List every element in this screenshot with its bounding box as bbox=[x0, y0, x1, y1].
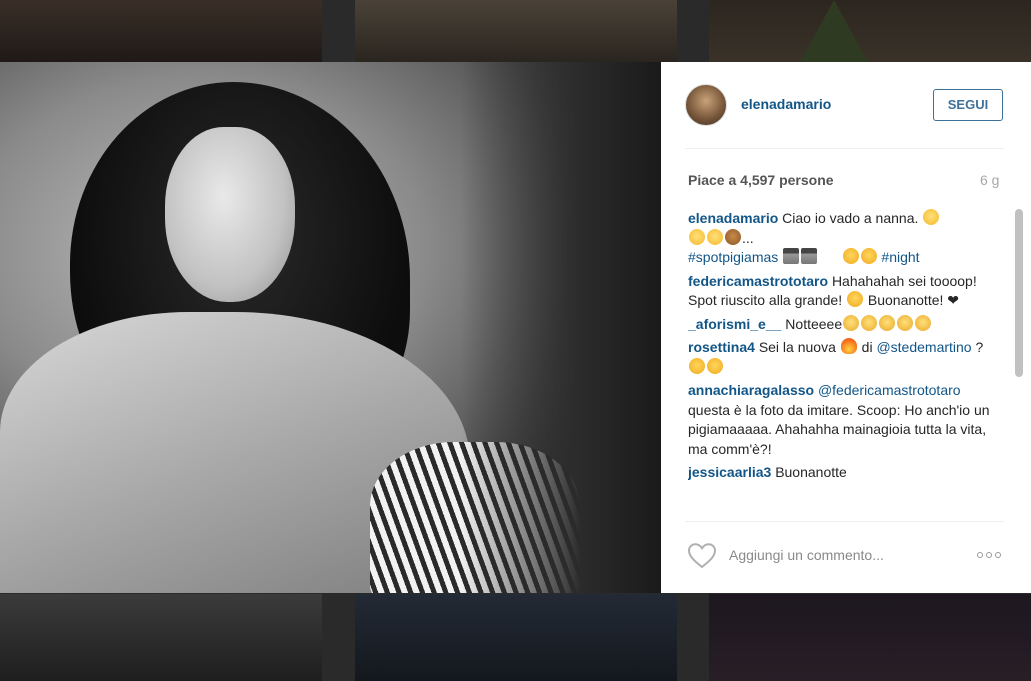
grinning-emoji-icon bbox=[689, 357, 705, 374]
laughing-emoji-icon bbox=[846, 291, 863, 307]
comment-user-link[interactable]: jessicaarlia3 bbox=[688, 464, 771, 480]
comments-list: elenadamario Ciao io vado a nanna. ... #… bbox=[688, 209, 998, 514]
bear-emoji-icon bbox=[725, 228, 741, 245]
photo-face-shape bbox=[165, 127, 295, 302]
comment-text: Notteeee bbox=[785, 315, 843, 332]
avatar[interactable] bbox=[685, 84, 727, 126]
sleepy-emoji-icon bbox=[861, 314, 878, 331]
username-link[interactable]: elenadamario bbox=[741, 96, 831, 112]
sleeping-emoji-icon bbox=[923, 209, 940, 225]
clapperboard-emoji-icon bbox=[783, 248, 800, 264]
comment-text: Buonanotte! bbox=[867, 292, 944, 308]
hashtag-link[interactable]: #spotpigiamas bbox=[688, 249, 778, 265]
post-time: 6 g bbox=[980, 172, 1000, 188]
post-header: elenadamario SEGUI bbox=[661, 62, 1004, 148]
caption: elenadamario Ciao io vado a nanna. ... #… bbox=[688, 209, 998, 268]
comment-item: _aforismi_e__ Notteeee bbox=[688, 314, 998, 335]
heart-emoji-icon: ❤ bbox=[947, 292, 960, 308]
comment-text: ? bbox=[975, 339, 984, 355]
sleeping-emoji-icon bbox=[689, 228, 705, 245]
clapperboard-emoji-icon bbox=[801, 248, 818, 264]
mention-link[interactable]: @stedemartino bbox=[876, 339, 971, 355]
background-thumbnail bbox=[355, 594, 677, 681]
add-comment-input[interactable] bbox=[729, 542, 959, 568]
comment-user-link[interactable]: _aforismi_e__ bbox=[688, 316, 781, 332]
caption-text: Ciao io vado a nanna. bbox=[782, 210, 919, 226]
caption-ellipsis: ... bbox=[742, 229, 754, 246]
sleepy-emoji-icon bbox=[879, 314, 896, 331]
comment-text: Sei la nuova bbox=[758, 339, 836, 355]
comment-user-link[interactable]: rosettina4 bbox=[688, 339, 755, 355]
follow-button[interactable]: SEGUI bbox=[933, 89, 1003, 121]
comment-item: rosettina4 Sei la nuova di @stedemartino… bbox=[688, 338, 998, 377]
background-thumbnail bbox=[0, 594, 322, 681]
comment-item: annachiaragalasso @federicamastrototaro … bbox=[688, 381, 998, 459]
divider bbox=[685, 521, 1004, 522]
comments-scrollbar[interactable] bbox=[1015, 209, 1023, 377]
post-photo[interactable] bbox=[0, 62, 661, 593]
more-options-icon[interactable] bbox=[977, 550, 1005, 560]
sleepy-emoji-icon bbox=[843, 314, 860, 331]
comment-text: di bbox=[861, 339, 873, 355]
grinning-emoji-icon bbox=[707, 357, 723, 374]
likes-count[interactable]: Piace a 4,597 persone bbox=[688, 172, 834, 188]
comment-user-link[interactable]: federicamastrototaro bbox=[688, 273, 828, 289]
background-thumbnail bbox=[709, 0, 1031, 62]
background-thumbnail bbox=[0, 0, 322, 62]
post-side-panel: elenadamario SEGUI Piace a 4,597 persone… bbox=[661, 62, 1031, 593]
sleeping-emoji-icon bbox=[707, 228, 723, 245]
comment-user-link[interactable]: annachiaragalasso bbox=[688, 382, 814, 398]
mention-link[interactable]: @federicamastrototaro bbox=[818, 382, 961, 398]
laughing-emoji-icon bbox=[842, 248, 859, 264]
sleepy-emoji-icon bbox=[897, 314, 914, 331]
comment-item: jessicaarlia3 Buonanotte bbox=[688, 463, 998, 483]
kissing-emoji-icon bbox=[915, 314, 932, 331]
background-thumbnail bbox=[709, 594, 1031, 681]
hashtag-link[interactable]: #night bbox=[881, 249, 919, 265]
comment-item: federicamastrototaro Hahahahah sei toooo… bbox=[688, 272, 998, 311]
laughing-emoji-icon bbox=[860, 248, 877, 264]
divider bbox=[685, 148, 1004, 149]
comment-text: Buonanotte bbox=[775, 464, 847, 480]
background-thumbnail bbox=[355, 0, 677, 62]
heart-outline-icon[interactable] bbox=[687, 542, 717, 569]
fire-emoji-icon bbox=[840, 338, 857, 354]
comment-user-link[interactable]: elenadamario bbox=[688, 210, 778, 226]
christmas-tree-shape bbox=[800, 0, 868, 62]
comment-text: questa è la foto da imitare. Scoop: Ho a… bbox=[688, 401, 990, 457]
photo-background-shape bbox=[461, 62, 661, 593]
